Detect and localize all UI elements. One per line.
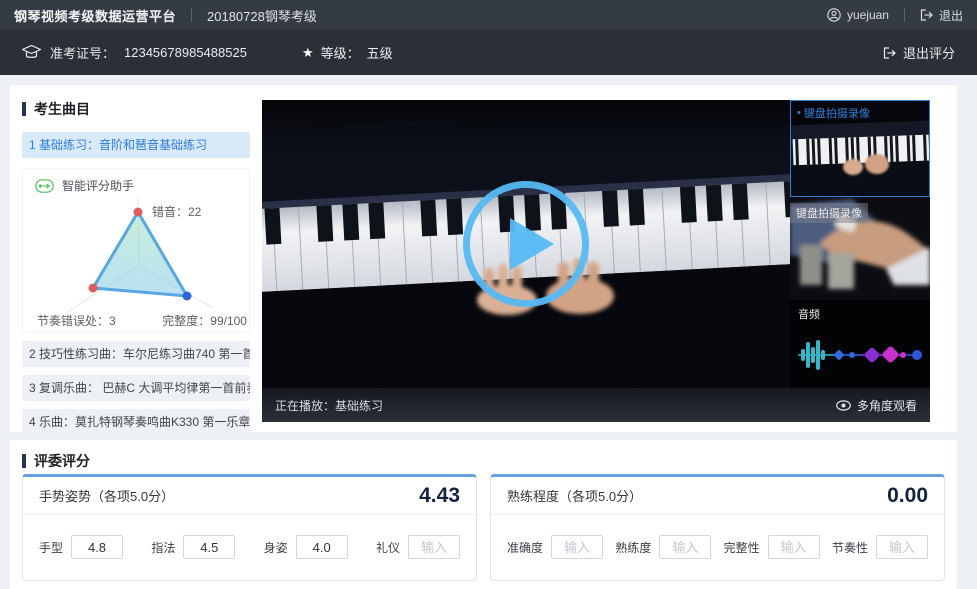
track-item-1[interactable]: 1 基础练习：音阶和琶音基础练习 <box>22 132 250 158</box>
camera-panel-keyboard-side[interactable]: 键盘拍摄录像 <box>790 197 930 300</box>
radar-chart: 错音：22 节奏错误处：3 完整度：99/100 <box>23 196 251 330</box>
audio-label: 音频 <box>798 306 820 322</box>
username: yuejuan <box>847 8 889 22</box>
card-title: 手势姿势（各项5.0分） <box>39 486 174 505</box>
radar-label-completeness: 完整度：99/100 <box>162 313 247 328</box>
camera-side-panels: • 键盘拍摄录像 键盘 <box>790 100 930 388</box>
audio-panel[interactable]: 音频 <box>790 300 930 388</box>
exit-grading-label: 退出评分 <box>903 43 955 62</box>
accuracy-input[interactable] <box>551 535 603 559</box>
now-playing-text: 正在播放：基础练习 <box>275 397 383 414</box>
score-card-proficiency: 熟练程度（各项5.0分） 0.00 准确度 熟练度 完整性 节奏性 <box>490 474 945 581</box>
field-label: 准确度 <box>507 539 543 556</box>
video-region: • 键盘拍摄录像 键盘 <box>262 100 930 422</box>
title-accent-bar <box>22 454 26 468</box>
exit-grading-button[interactable]: 退出评分 <box>883 43 955 62</box>
level-value: 五级 <box>367 43 393 62</box>
track-item-4[interactable]: 4 乐曲：莫扎特钢琴奏鸣曲K330 第一乐章 <box>22 409 250 435</box>
score-fields: 准确度 熟练度 完整性 节奏性 <box>491 515 944 579</box>
logout-icon <box>920 9 933 21</box>
radar-dot-rhythm-errors <box>89 284 98 293</box>
exam-info-bar: 准考证号： 12345678985488525 ★ 等级： 五级 退出评分 <box>0 30 977 75</box>
camera1-label: 键盘拍摄录像 <box>804 105 870 121</box>
graduation-cap-icon <box>22 45 41 60</box>
play-button[interactable] <box>463 181 589 307</box>
logout-label: 退出 <box>939 7 963 24</box>
user-icon <box>827 8 841 22</box>
field-label: 熟练度 <box>615 539 651 556</box>
card-total-score: 0.00 <box>887 484 928 508</box>
score-fields: 手型 指法 身姿 礼仪 <box>23 515 476 579</box>
score-card-gesture-posture: 手势姿势（各项5.0分） 4.43 手型 指法 身姿 礼仪 <box>22 474 477 581</box>
proficiency-input[interactable] <box>659 535 711 559</box>
fingering-input[interactable] <box>183 535 235 559</box>
active-bullet: • <box>797 107 801 119</box>
playlist-title-row: 考生曲目 <box>22 99 250 119</box>
card-total-score: 4.43 <box>419 484 460 508</box>
user-menu[interactable]: yuejuan <box>827 8 889 22</box>
card-header: 手势姿势（各项5.0分） 4.43 <box>23 477 476 515</box>
radar-area <box>93 212 187 296</box>
logout-icon <box>883 47 896 59</box>
ai-score-assistant: 智能评分助手 错音：22 节奏错误处：3 完整度： <box>22 168 250 333</box>
session-title: 20180728钢琴考级 <box>207 6 317 25</box>
main-video-player[interactable] <box>262 100 790 388</box>
admission-label: 准考证号： <box>50 43 115 62</box>
field-proficiency: 熟练度 <box>615 535 711 559</box>
field-posture: 身姿 <box>264 535 348 559</box>
exam-main-panel: 考生曲目 1 基础练习：音阶和琶音基础练习 智能评分助手 <box>10 85 957 432</box>
camera-panel-keyboard-top[interactable]: • 键盘拍摄录像 <box>790 100 930 197</box>
etiquette-input[interactable] <box>408 535 460 559</box>
field-rhythm: 节奏性 <box>832 535 928 559</box>
divider <box>191 8 192 22</box>
camera1-label-row: • 键盘拍摄录像 <box>797 105 870 121</box>
play-triangle-icon <box>510 218 554 270</box>
card-header: 熟练程度（各项5.0分） 0.00 <box>491 477 944 515</box>
field-label: 指法 <box>151 539 175 556</box>
player-control-bar: 正在播放：基础练习 多角度观看 <box>262 388 930 422</box>
field-label: 节奏性 <box>832 539 868 556</box>
logout-button[interactable]: 退出 <box>920 7 963 24</box>
track-item-2[interactable]: 2 技巧性练习曲：车尔尼练习曲740 第一首 <box>22 341 250 367</box>
score-cards: 手势姿势（各项5.0分） 4.43 手型 指法 身姿 礼仪 <box>22 474 945 581</box>
divider <box>904 8 905 22</box>
field-label: 身姿 <box>264 539 288 556</box>
assistant-label: 智能评分助手 <box>62 177 134 194</box>
track-item-3[interactable]: 3 复调乐曲： 巴赫C 大调平均律第一首前奏曲 <box>22 375 250 401</box>
field-hand-shape: 手型 <box>39 535 123 559</box>
top-navbar: 钢琴视频考级数据运营平台 20180728钢琴考级 yuejuan 退出 <box>0 0 977 30</box>
assistant-header: 智能评分助手 <box>23 177 249 194</box>
title-accent-bar <box>22 102 26 116</box>
camera2-label: 键盘拍摄录像 <box>790 203 868 223</box>
field-fingering: 指法 <box>151 535 235 559</box>
star-icon: ★ <box>302 45 314 61</box>
multi-angle-label: 多角度观看 <box>857 397 917 414</box>
radar-label-wrong-notes: 错音：22 <box>152 204 202 219</box>
judge-scoring-panel: 评委评分 手势姿势（各项5.0分） 4.43 手型 指法 身姿 <box>10 440 957 589</box>
eye-icon <box>836 400 851 411</box>
radar-dot-wrong-notes <box>134 208 143 217</box>
judge-title-row: 评委评分 <box>22 451 90 471</box>
app-title: 钢琴视频考级数据运营平台 <box>14 6 176 25</box>
smart-assistant-icon <box>35 179 54 193</box>
judge-scoring-title: 评委评分 <box>34 451 90 471</box>
candidate-track-list: 考生曲目 1 基础练习：音阶和琶音基础练习 智能评分助手 <box>22 99 250 435</box>
integrity-input[interactable] <box>768 535 820 559</box>
card-title: 熟练程度（各项5.0分） <box>507 486 642 505</box>
field-accuracy: 准确度 <box>507 535 603 559</box>
admission-number: 12345678985488525 <box>124 45 247 60</box>
hand-shape-input[interactable] <box>71 535 123 559</box>
field-integrity: 完整性 <box>724 535 820 559</box>
rhythm-input[interactable] <box>876 535 928 559</box>
radar-dot-completeness <box>183 292 192 301</box>
field-label: 完整性 <box>724 539 760 556</box>
posture-input[interactable] <box>296 535 348 559</box>
field-label: 手型 <box>39 539 63 556</box>
multi-angle-button[interactable]: 多角度观看 <box>836 397 917 414</box>
radar-label-rhythm-errors: 节奏错误处：3 <box>37 314 116 328</box>
level-label: 等级： <box>321 43 360 62</box>
field-etiquette: 礼仪 <box>376 535 460 559</box>
field-label: 礼仪 <box>376 539 400 556</box>
playlist-title: 考生曲目 <box>34 99 90 119</box>
